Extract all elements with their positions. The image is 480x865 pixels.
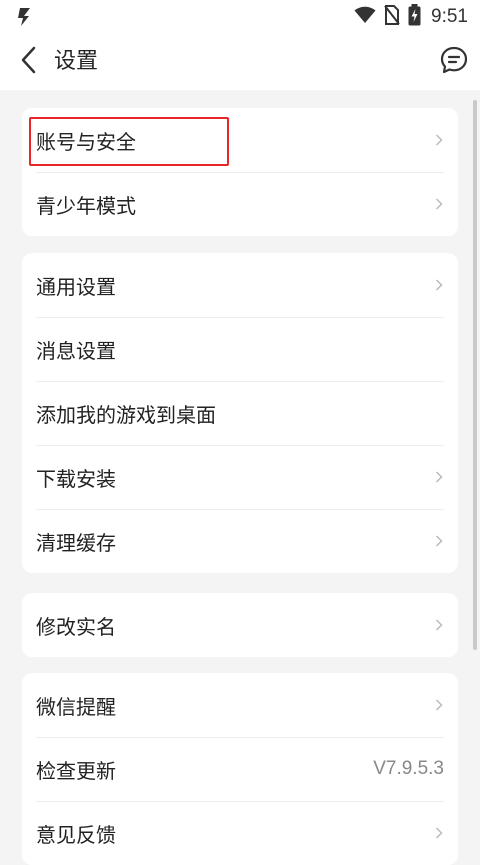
- chevron-right-icon: [434, 826, 444, 840]
- chevron-right-icon: [434, 197, 444, 211]
- version-value: V7.9.5.3: [373, 758, 444, 779]
- row-label: 消息设置: [36, 338, 116, 363]
- status-time: 9:51: [431, 6, 468, 27]
- app-logo-icon: [14, 6, 36, 28]
- settings-row-teen-mode[interactable]: 青少年模式: [22, 172, 458, 236]
- row-label: 下载安装: [36, 466, 116, 491]
- row-label: 通用设置: [36, 274, 116, 299]
- status-icons: 9:51: [354, 4, 468, 30]
- back-arrow-icon: [20, 46, 36, 78]
- settings-row-account-security[interactable]: 账号与安全: [22, 108, 458, 172]
- settings-row-feedback[interactable]: 意见反馈: [22, 801, 458, 865]
- row-label: 修改实名: [36, 614, 116, 639]
- settings-group-account: 账号与安全 青少年模式: [22, 108, 458, 236]
- chat-bubble-icon: [439, 45, 469, 79]
- settings-row-general[interactable]: 通用设置: [22, 253, 458, 317]
- back-button[interactable]: [10, 44, 46, 80]
- status-bar: 9:51: [0, 0, 480, 34]
- settings-group-misc: 微信提醒 检查更新 V7.9.5.3 意见反馈: [22, 673, 458, 865]
- settings-content[interactable]: 账号与安全 青少年模式 通用设置 消息设置 添加我的游戏到桌面 下载安装 清理缓…: [0, 90, 480, 865]
- settings-row-wechat-reminder[interactable]: 微信提醒: [22, 673, 458, 737]
- chat-button[interactable]: [436, 44, 472, 80]
- chevron-right-icon: [434, 278, 444, 292]
- chevron-right-icon: [434, 534, 444, 548]
- row-label: 添加我的游戏到桌面: [36, 402, 216, 427]
- chevron-right-icon: [434, 133, 444, 147]
- row-label: 清理缓存: [36, 530, 116, 555]
- settings-row-check-update[interactable]: 检查更新 V7.9.5.3: [22, 737, 458, 801]
- battery-charging-icon: [408, 4, 421, 30]
- chevron-right-icon: [434, 618, 444, 632]
- wifi-icon: [354, 6, 376, 28]
- settings-row-message[interactable]: 消息设置: [22, 317, 458, 381]
- settings-group-general: 通用设置 消息设置 添加我的游戏到桌面 下载安装 清理缓存: [22, 253, 458, 573]
- no-sim-icon: [384, 5, 400, 29]
- row-label: 检查更新: [36, 758, 116, 783]
- row-label: 微信提醒: [36, 694, 116, 719]
- chevron-right-icon: [434, 470, 444, 484]
- chevron-right-icon: [434, 698, 444, 712]
- header: 设置: [0, 34, 480, 90]
- settings-row-edit-realname[interactable]: 修改实名: [22, 593, 458, 657]
- settings-row-clear-cache[interactable]: 清理缓存: [22, 509, 458, 573]
- settings-group-realname: 修改实名: [22, 593, 458, 657]
- page-title: 设置: [54, 49, 99, 74]
- settings-row-download-install[interactable]: 下载安装: [22, 445, 458, 509]
- row-label: 意见反馈: [36, 822, 116, 847]
- settings-row-add-to-desktop[interactable]: 添加我的游戏到桌面: [22, 381, 458, 445]
- scrollbar[interactable]: [473, 100, 477, 650]
- row-label: 账号与安全: [36, 129, 136, 154]
- row-label: 青少年模式: [36, 193, 136, 218]
